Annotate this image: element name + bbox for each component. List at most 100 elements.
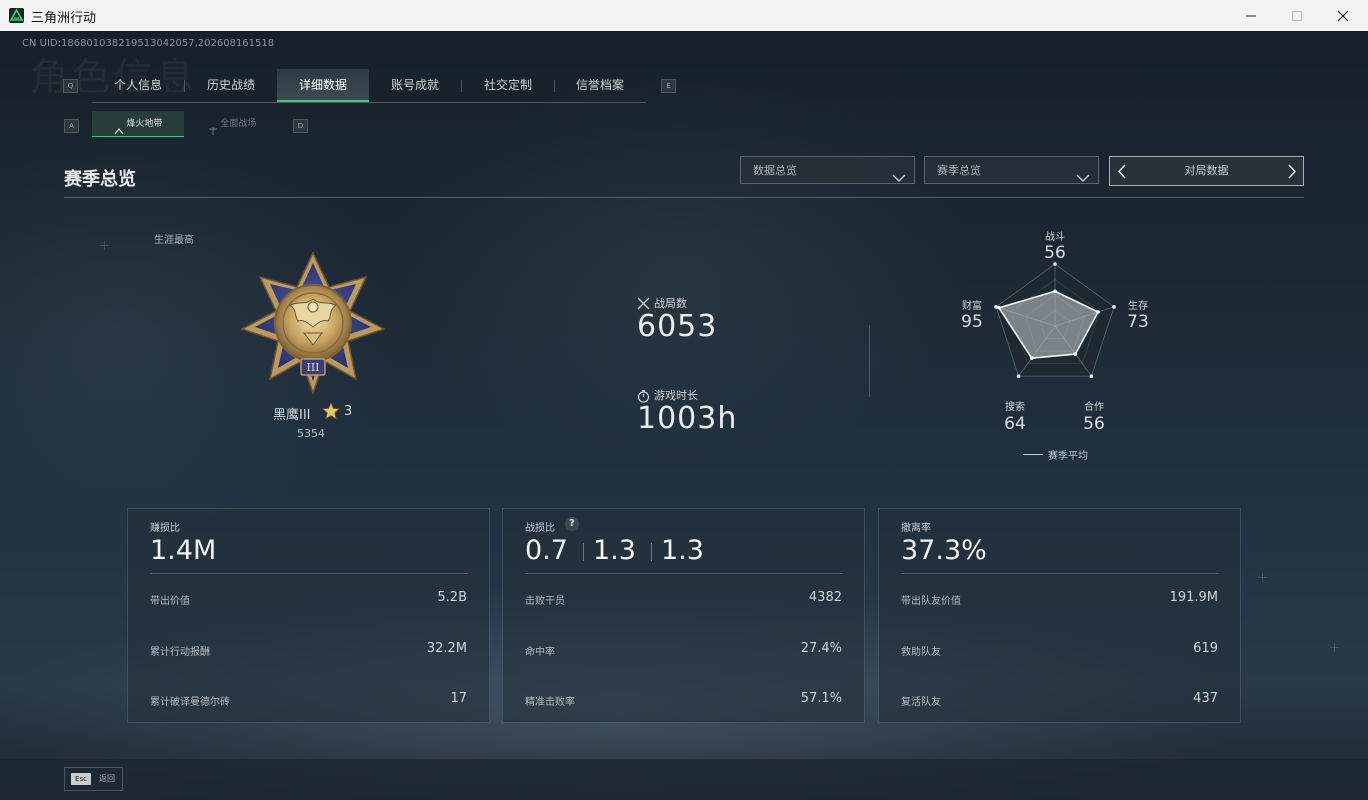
close-button[interactable] [1320,0,1366,31]
medal-numeral: III [306,361,319,374]
row-label: 复活队友 [901,697,941,708]
player-uid: CN UID:18680103821951304205​7,2026081615… [22,38,275,49]
radar-label-wealth: 财富 [962,301,982,312]
radar-legend-label: 赛季平均 [1048,451,1088,462]
rank-star-count: 3 [344,404,353,419]
dropdown-value: 数据总览 [753,164,797,177]
row-label: 救助队友 [901,647,941,658]
card-title: 赚损比 [150,523,180,534]
minimize-button[interactable] [1228,0,1274,31]
hud-cross-decoration [104,241,105,250]
radar-data-point [997,305,1001,310]
tab-history[interactable]: 历史战绩 [185,69,277,101]
row-value: 57.1% [800,691,842,706]
main-tabs: 个人信息 历史战绩 详细数据 账号成就 社交定制 信誉档案 [92,69,646,103]
title-bar: 三角洲行动 [0,0,1368,32]
card-divider [150,573,468,574]
tab-profile[interactable]: 个人信息 [92,69,184,101]
extraction-card: 撤离率 37.3% 带出队友价值 191.9M 救助队友 619 复活队友 43… [878,508,1241,723]
kd-separator [583,543,584,561]
tab-social[interactable]: 社交定制 [462,69,554,101]
row-value: 32.2M [426,641,467,656]
star-icon [322,401,340,424]
radar-data-point [1073,352,1078,356]
card-big-value: 1.4M [150,535,217,566]
playtime-value: 1003h [637,401,738,436]
row-value: 17 [450,691,467,706]
esc-key-hint: Esc [71,773,91,785]
row-label: 带出价值 [150,596,190,607]
card-title: 战损比 [525,523,555,534]
radar-label-search: 搜索 [1005,402,1025,413]
match-data-pager: 对局数据 [1109,156,1304,186]
rank-name: 黑鹰III [273,408,311,423]
radar-label-teamwork: 合作 [1084,402,1104,413]
chevron-right-icon[interactable] [1288,164,1297,183]
subtab-operations[interactable]: 烽火地带 [92,111,184,137]
bottom-bar [0,759,1368,800]
tab-achievements[interactable]: 账号成就 [369,69,461,101]
radar-vertex [1016,374,1021,378]
subtab-label: 全面战场 [220,119,257,129]
tab-reputation[interactable]: 信誉档案 [554,69,646,101]
radar-value-survival: 73 [1127,312,1149,332]
warfare-mode-icon [208,120,218,135]
row-label: 累计行动报酬 [150,647,210,658]
key-hint-a: A [64,119,79,133]
rank-medal-icon: III [238,249,388,399]
row-value: 191.9M [1169,590,1218,605]
row-label: 累计破译曼德尔砖 [150,697,230,708]
key-hint-e: E [661,79,676,93]
radar-label-combat: 战斗 [1045,232,1065,243]
chevron-down-icon [892,166,906,194]
help-icon[interactable]: ? [565,517,579,531]
radar-value-wealth: 95 [961,312,983,332]
stats-divider [869,325,870,397]
delta-logo-icon [9,8,24,23]
card-big-value: 37.3% [901,535,987,566]
row-value: 27.4% [800,641,842,656]
matches-value: 6053 [637,309,718,344]
extraction-mode-icon [114,120,124,135]
row-label: 带出队友价值 [901,596,961,607]
window-title: 三角洲行动 [31,11,97,26]
row-value: 619 [1193,641,1218,656]
radar-data-point [1053,289,1057,294]
hud-cross-decoration [1262,573,1263,582]
game-view: 角色信息 CN UID:18680103821951304205​7,20260… [0,31,1368,800]
row-label: 击败干员 [525,596,565,607]
radar-value-combat: 56 [1044,243,1066,263]
back-button[interactable]: Esc 返回 [64,767,123,791]
kd-card: 战损比 ? 0.7 1.3 1.3 击败干员 4382 命中率 27.4% 精准… [502,508,865,723]
kd-value-3: 1.3 [661,535,704,566]
radar-label-survival: 生存 [1128,301,1148,312]
subtab-warfare[interactable]: 全面战场 [186,111,278,137]
key-hint-q: Q [63,79,78,93]
maximize-button[interactable] [1274,0,1320,31]
card-divider [525,573,843,574]
chevron-down-icon [1076,166,1090,194]
legend-line [1023,454,1043,455]
radar-vertex [1112,305,1116,309]
pager-label: 对局数据 [1184,164,1229,177]
subtab-label: 烽火地带 [126,119,163,129]
rank-points: 5354 [297,427,325,440]
kd-separator [651,543,652,561]
row-value: 4382 [808,590,842,605]
dropdown-value: 赛季总览 [937,164,981,177]
row-value: 437 [1193,691,1218,706]
row-value: 5.2B [437,590,467,605]
tab-detailed-data[interactable]: 详细数据 [277,69,369,102]
section-title: 赛季总览 [64,169,136,190]
data-overview-dropdown[interactable]: 数据总览 [740,156,915,184]
radar-value-search: 64 [1004,414,1026,434]
back-label: 返回 [99,774,115,783]
hud-cross-decoration [1334,643,1335,652]
career-best-label: 生涯最高 [154,235,194,246]
key-hint-d: D [293,119,308,133]
radar-vertex [1089,374,1094,378]
card-divider [901,573,1219,574]
season-dropdown[interactable]: 赛季总览 [924,156,1099,184]
section-divider [64,197,1304,198]
radar-data-point [1096,310,1100,314]
